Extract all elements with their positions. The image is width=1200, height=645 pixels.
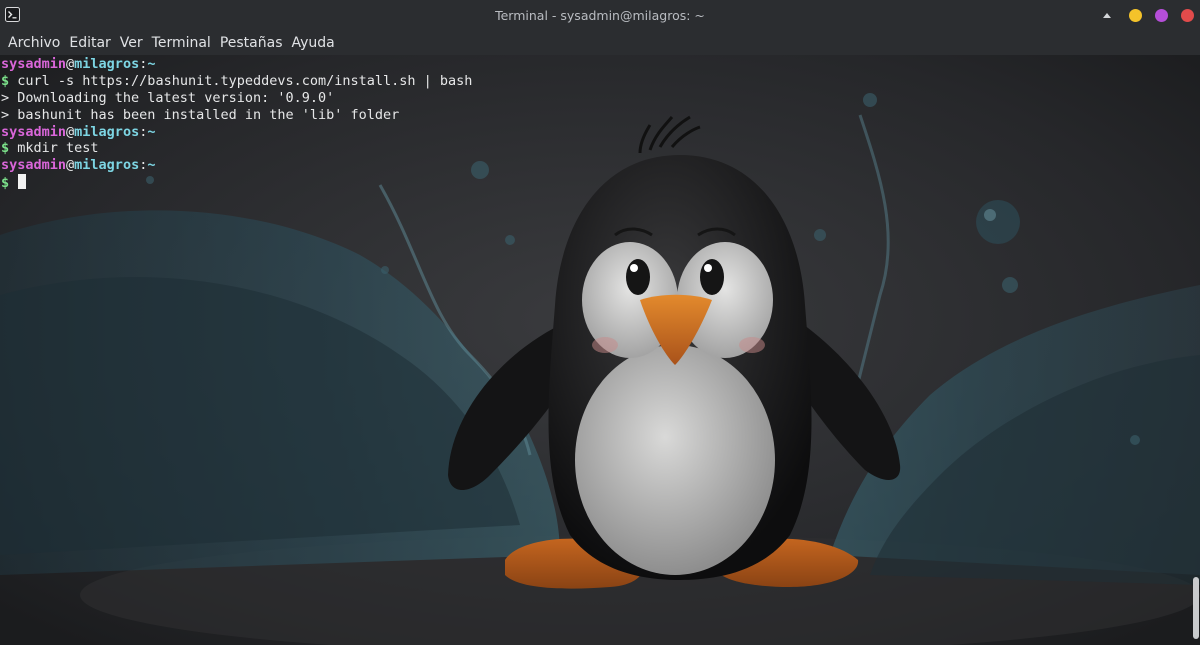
minimize-button[interactable] (1129, 9, 1142, 22)
prompt-host: milagros (74, 123, 140, 140)
menu-ayuda[interactable]: Ayuda (292, 31, 335, 55)
prompt-user: sysadmin (1, 157, 67, 174)
menu-pestanas[interactable]: Pestañas (220, 31, 283, 55)
output-text: > Downloading the latest version: '0.9.0… (1, 89, 335, 106)
prompt-host: milagros (74, 157, 140, 174)
input-text[interactable] (9, 175, 17, 191)
menu-bar: Archivo Editar Ver Terminal Pestañas Ayu… (0, 31, 1200, 55)
terminal-area[interactable]: sysadmin@milagros:~ $ curl -s https://bas… (0, 55, 1200, 645)
prompt-line: sysadmin@milagros:~ (1, 124, 472, 141)
output-line: > bashunit has been installed in the 'li… (1, 107, 472, 124)
prompt-path: ~ (147, 157, 156, 174)
output-line: > Downloading the latest version: '0.9.0… (1, 90, 472, 107)
window-title: Terminal - sysadmin@milagros: ~ (495, 8, 705, 23)
scrollbar-thumb[interactable] (1193, 577, 1199, 639)
command-text: curl -s https://bashunit.typeddevs.com/i… (9, 72, 473, 89)
prompt-symbol: $ (1, 140, 10, 157)
terminal-output: sysadmin@milagros:~ $ curl -s https://bas… (1, 56, 472, 191)
menu-editar[interactable]: Editar (69, 31, 110, 55)
menu-ver[interactable]: Ver (120, 31, 143, 55)
prompt-at: @ (66, 123, 75, 140)
prompt-at: @ (66, 157, 75, 174)
input-line: $ (1, 174, 472, 191)
command-line: $ curl -s https://bashunit.typeddevs.com… (1, 73, 472, 90)
prompt-user: sysadmin (1, 123, 67, 140)
prompt-line: sysadmin@milagros:~ (1, 56, 472, 73)
keep-above-icon[interactable] (1103, 13, 1111, 18)
output-text: > bashunit has been installed in the 'li… (1, 106, 400, 123)
prompt-host: milagros (74, 56, 140, 72)
prompt-at: @ (66, 56, 75, 72)
prompt-line: sysadmin@milagros:~ (1, 157, 472, 174)
window-controls (1103, 0, 1194, 31)
text-cursor (18, 174, 27, 190)
maximize-button[interactable] (1155, 9, 1168, 22)
menu-terminal[interactable]: Terminal (152, 31, 211, 55)
close-button[interactable] (1181, 9, 1194, 22)
menu-archivo[interactable]: Archivo (8, 31, 60, 55)
prompt-symbol: $ (1, 72, 10, 89)
prompt-path: ~ (147, 123, 156, 140)
prompt-symbol: $ (1, 175, 10, 192)
prompt-path: ~ (147, 56, 156, 72)
title-bar[interactable]: Terminal - sysadmin@milagros: ~ (0, 0, 1200, 31)
command-line: $ mkdir test (1, 140, 472, 157)
prompt-user: sysadmin (1, 56, 67, 72)
terminal-scrollbar[interactable] (1191, 55, 1200, 645)
terminal-window: Terminal - sysadmin@milagros: ~ Archivo … (0, 0, 1200, 645)
command-text: mkdir test (9, 140, 99, 157)
